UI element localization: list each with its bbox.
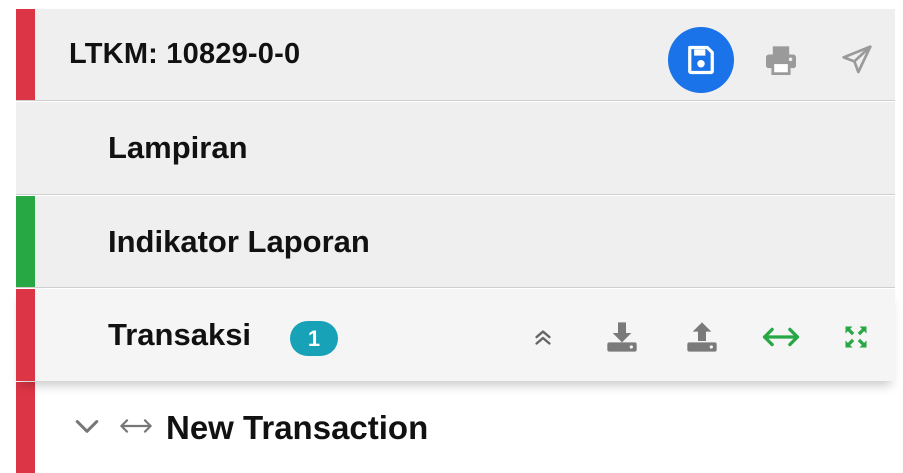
transaction-title: New Transaction (166, 408, 429, 446)
status-bar-green (16, 196, 35, 287)
section-label-lampiran: Lampiran (108, 130, 248, 165)
ltkm-header: LTKM: 10829-0-0 (16, 9, 895, 101)
download-icon (607, 322, 637, 352)
print-button[interactable] (759, 39, 803, 81)
expand-button[interactable] (839, 320, 873, 354)
transaction-item[interactable]: New Transaction (16, 382, 895, 473)
status-bar-red (16, 382, 35, 473)
upload-icon (687, 322, 717, 352)
status-bar-red (16, 9, 35, 100)
toggle-width-button[interactable] (761, 322, 801, 352)
section-indikator-laporan[interactable]: Indikator Laporan (16, 196, 895, 288)
section-label-transaksi: Transaksi (108, 317, 252, 352)
expand-icon (845, 326, 867, 348)
section-transaksi[interactable]: Transaksi 1 (16, 289, 895, 381)
collapse-all-button[interactable] (528, 323, 558, 353)
save-icon (688, 45, 714, 75)
status-bar-red (16, 289, 35, 381)
chevron-down-icon (75, 420, 99, 433)
print-icon (766, 46, 796, 75)
send-button[interactable] (835, 39, 879, 81)
section-label-indikator: Indikator Laporan (108, 223, 370, 259)
transaction-count-badge: 1 (290, 321, 338, 356)
page-title: LTKM: 10829-0-0 (69, 38, 301, 70)
download-button[interactable] (604, 319, 640, 355)
collapse-all-icon (535, 330, 551, 345)
transaction-arrows (116, 414, 156, 438)
expand-toggle[interactable] (72, 412, 102, 442)
save-button[interactable] (668, 27, 734, 93)
section-lampiran[interactable]: Lampiran (16, 102, 895, 195)
horizontal-arrows-icon (120, 419, 152, 433)
upload-button[interactable] (684, 319, 720, 355)
send-icon (842, 45, 872, 74)
ltkm-panel: LTKM: 10829-0-0 Lampiran Indikator Lapor… (16, 9, 895, 473)
horizontal-arrows-icon (762, 327, 800, 347)
